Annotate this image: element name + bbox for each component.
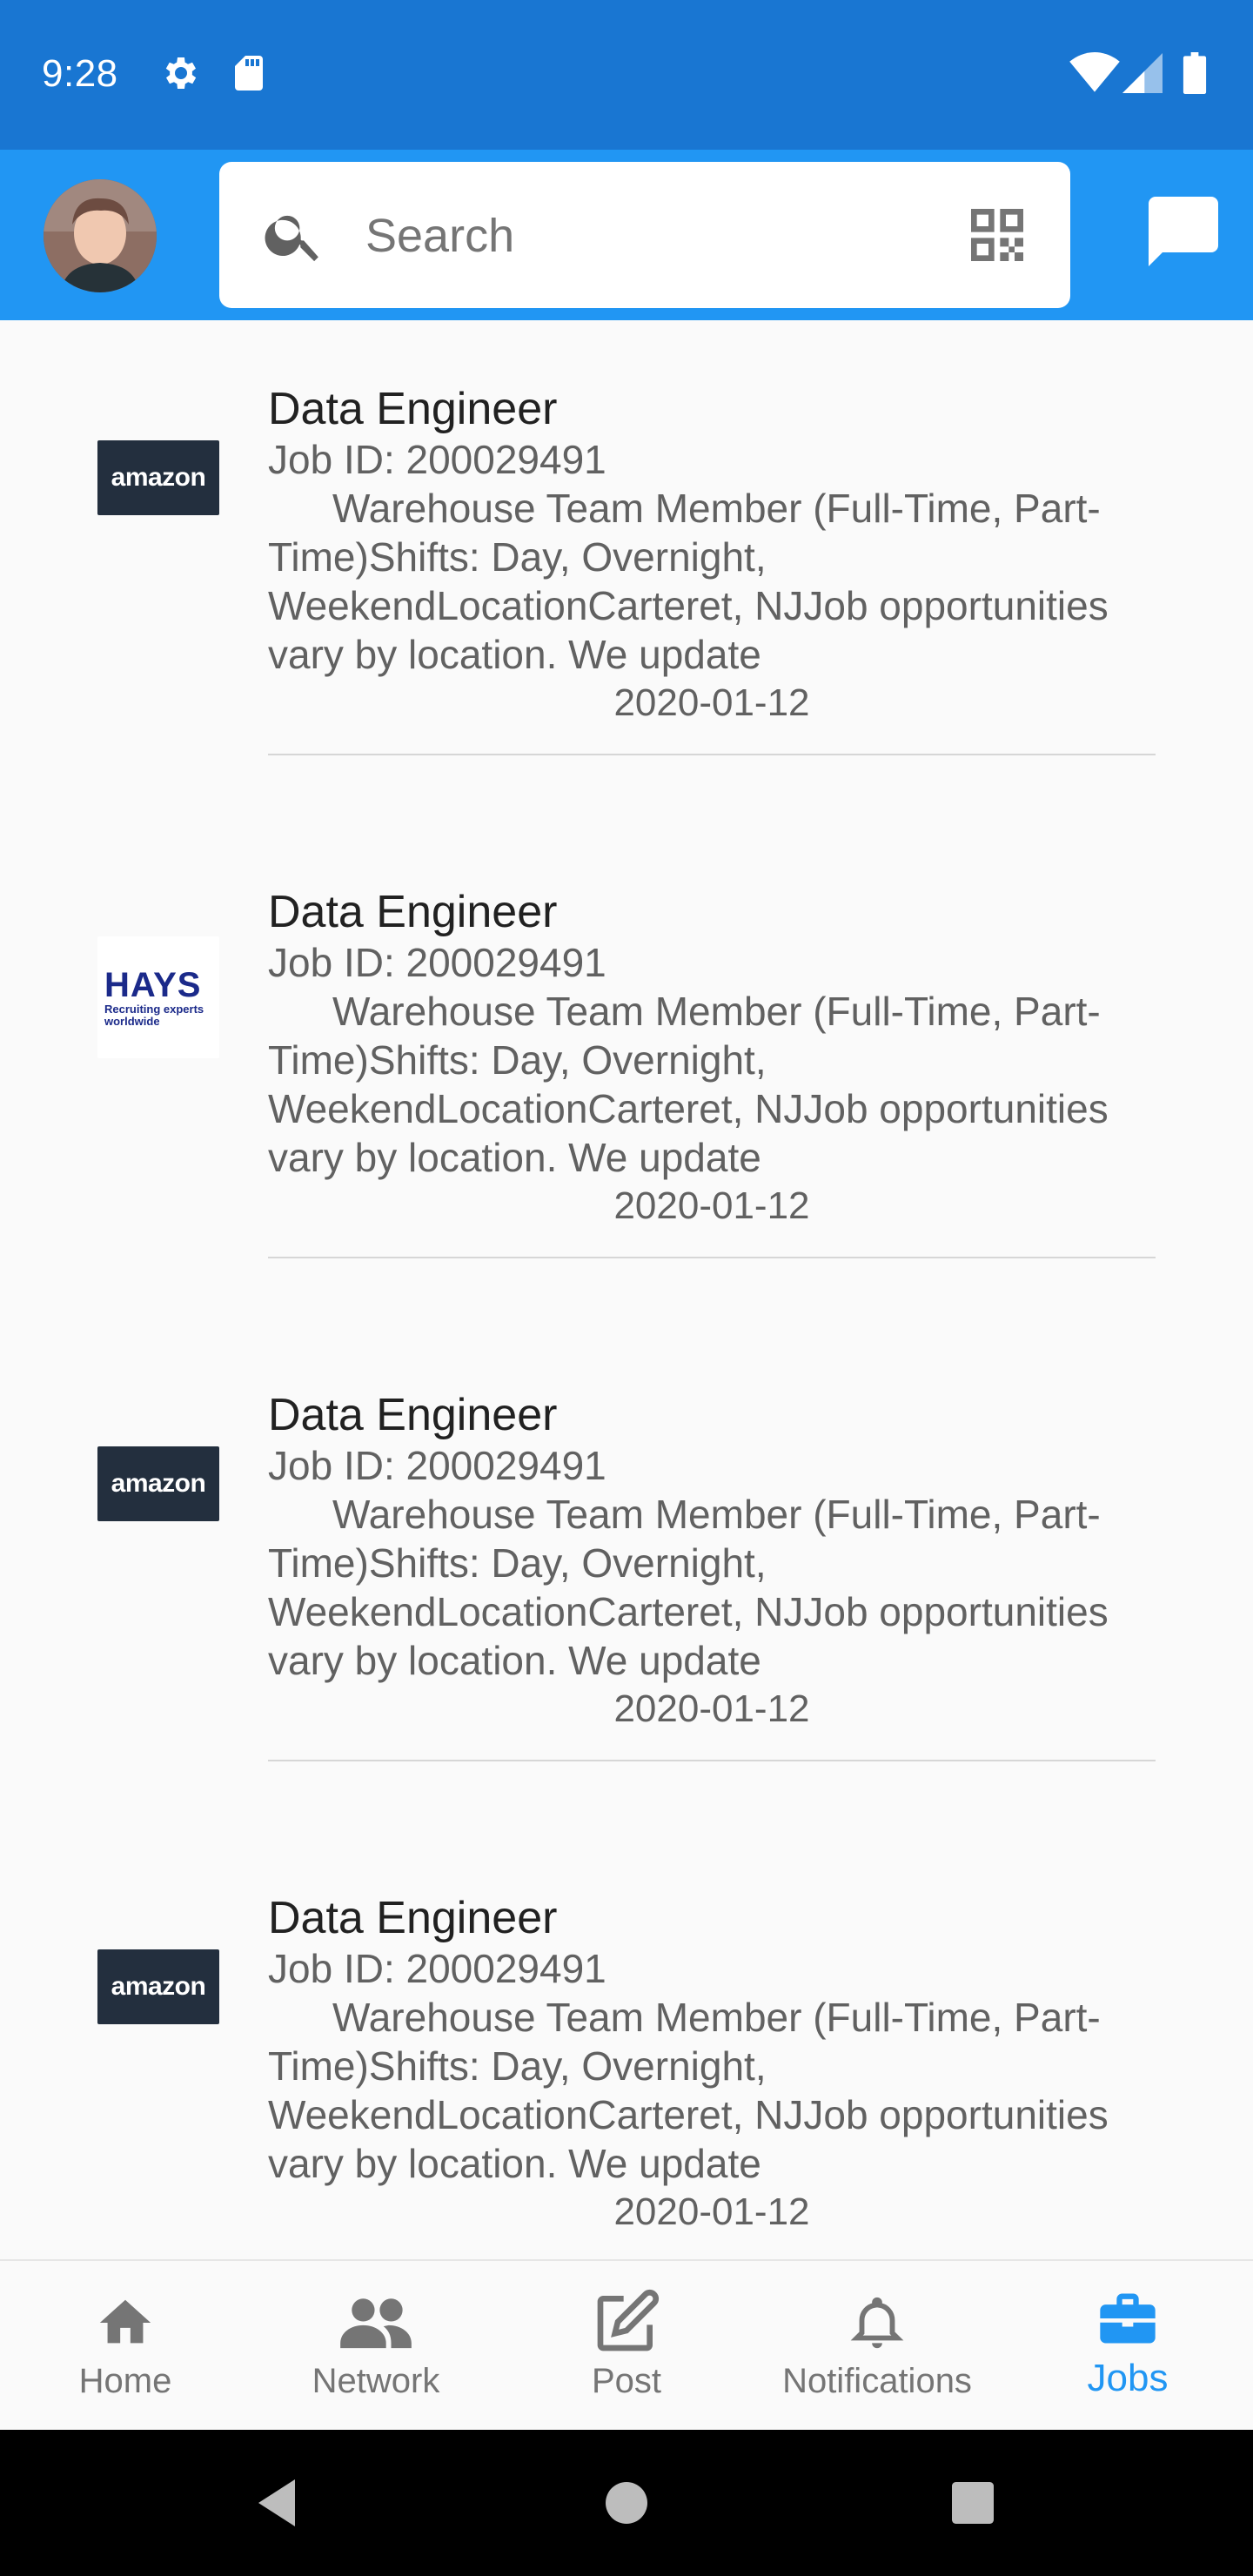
search-icon [265, 215, 318, 262]
edit-icon [597, 2289, 660, 2351]
wifi-icon [1069, 52, 1120, 92]
nav-item-jobs[interactable]: Jobs [1002, 2261, 1253, 2432]
logo-tagline: Recruiting experts worldwide [104, 1003, 204, 1028]
logo-text: amazon [111, 1972, 206, 2001]
job-description: Warehouse Team Member (Full-Time, Part-T… [268, 1995, 1109, 2186]
home-circle-icon[interactable] [595, 2472, 658, 2534]
nav-label: Post [591, 2362, 662, 2400]
divider [268, 1760, 1156, 1761]
search-input[interactable]: Search [365, 209, 514, 263]
job-list: amazon Data Engineer Job ID: 200029491 W… [0, 320, 1253, 2259]
nav-label: Network [312, 2362, 440, 2400]
back-icon[interactable] [245, 2472, 308, 2534]
amazon-logo: amazon [97, 1949, 219, 2024]
nav-label: Jobs [1087, 2357, 1169, 2399]
job-body: Data Engineer Job ID: 200029491 Warehous… [268, 1892, 1156, 2237]
nav-item-network[interactable]: Network [251, 2261, 501, 2432]
app-bar: Search [0, 150, 1253, 320]
battery-icon [1183, 52, 1207, 94]
divider [268, 754, 1156, 755]
signal-icon [1122, 53, 1163, 93]
nav-label: Home [78, 2362, 172, 2400]
search-box[interactable]: Search [219, 162, 1070, 308]
briefcase-icon [1100, 2293, 1156, 2344]
logo-text: amazon [111, 1469, 206, 1498]
job-id: Job ID: 200029491 [268, 940, 606, 985]
logo-text: HAYS [104, 966, 202, 1004]
job-description: Warehouse Team Member (Full-Time, Part-T… [268, 1492, 1109, 1683]
sd-card-icon [235, 56, 263, 91]
system-nav-bar [0, 2430, 1253, 2576]
avatar[interactable] [44, 179, 157, 292]
nav-item-notifications[interactable]: Notifications [752, 2261, 1002, 2432]
job-id: Job ID: 200029491 [268, 1946, 606, 1991]
amazon-logo: amazon [97, 440, 219, 515]
job-list-item[interactable]: amazon Data Engineer Job ID: 200029491 W… [0, 1829, 1253, 2259]
job-body: Data Engineer Job ID: 200029491 Warehous… [268, 886, 1156, 1231]
nav-item-home[interactable]: Home [0, 2261, 251, 2432]
bottom-nav: Home Network Post Notifications Jobs [0, 2259, 1253, 2430]
status-bar: 9:28 [0, 0, 1253, 150]
settings-icon [165, 57, 197, 89]
job-body: Data Engineer Job ID: 200029491 Warehous… [268, 383, 1156, 728]
job-description: Warehouse Team Member (Full-Time, Part-T… [268, 486, 1109, 677]
job-list-item[interactable]: amazon Data Engineer Job ID: 200029491 W… [0, 320, 1253, 823]
recents-icon[interactable] [941, 2472, 1004, 2534]
job-title: Data Engineer [268, 887, 558, 937]
logo-text: amazon [111, 463, 206, 492]
job-body: Data Engineer Job ID: 200029491 Warehous… [268, 1389, 1156, 1734]
job-id: Job ID: 200029491 [268, 1443, 606, 1488]
hays-logo: HAYS Recruiting experts worldwide [97, 936, 219, 1058]
avatar-image [44, 179, 157, 292]
amazon-logo: amazon [97, 1446, 219, 1521]
status-time: 9:28 [42, 52, 118, 95]
qr-code-icon[interactable] [962, 200, 1032, 270]
nav-label: Notifications [782, 2362, 972, 2400]
job-list-item[interactable]: HAYS Recruiting experts worldwide Data E… [0, 823, 1253, 1326]
job-title: Data Engineer [268, 1390, 558, 1440]
job-title: Data Engineer [268, 1893, 558, 1943]
people-icon [340, 2298, 412, 2349]
bell-icon [850, 2297, 904, 2349]
home-icon [99, 2299, 151, 2344]
job-title: Data Engineer [268, 384, 558, 434]
nav-item-post[interactable]: Post [501, 2261, 752, 2432]
divider [268, 1257, 1156, 1258]
job-date: 2020-01-12 [613, 1184, 810, 1227]
job-description: Warehouse Team Member (Full-Time, Part-T… [268, 989, 1109, 1180]
job-id: Job ID: 200029491 [268, 437, 606, 482]
job-date: 2020-01-12 [613, 681, 810, 724]
job-date: 2020-01-12 [613, 2190, 810, 2233]
chat-icon[interactable] [1142, 190, 1225, 273]
job-list-item[interactable]: amazon Data Engineer Job ID: 200029491 W… [0, 1326, 1253, 1829]
job-date: 2020-01-12 [613, 1687, 810, 1730]
